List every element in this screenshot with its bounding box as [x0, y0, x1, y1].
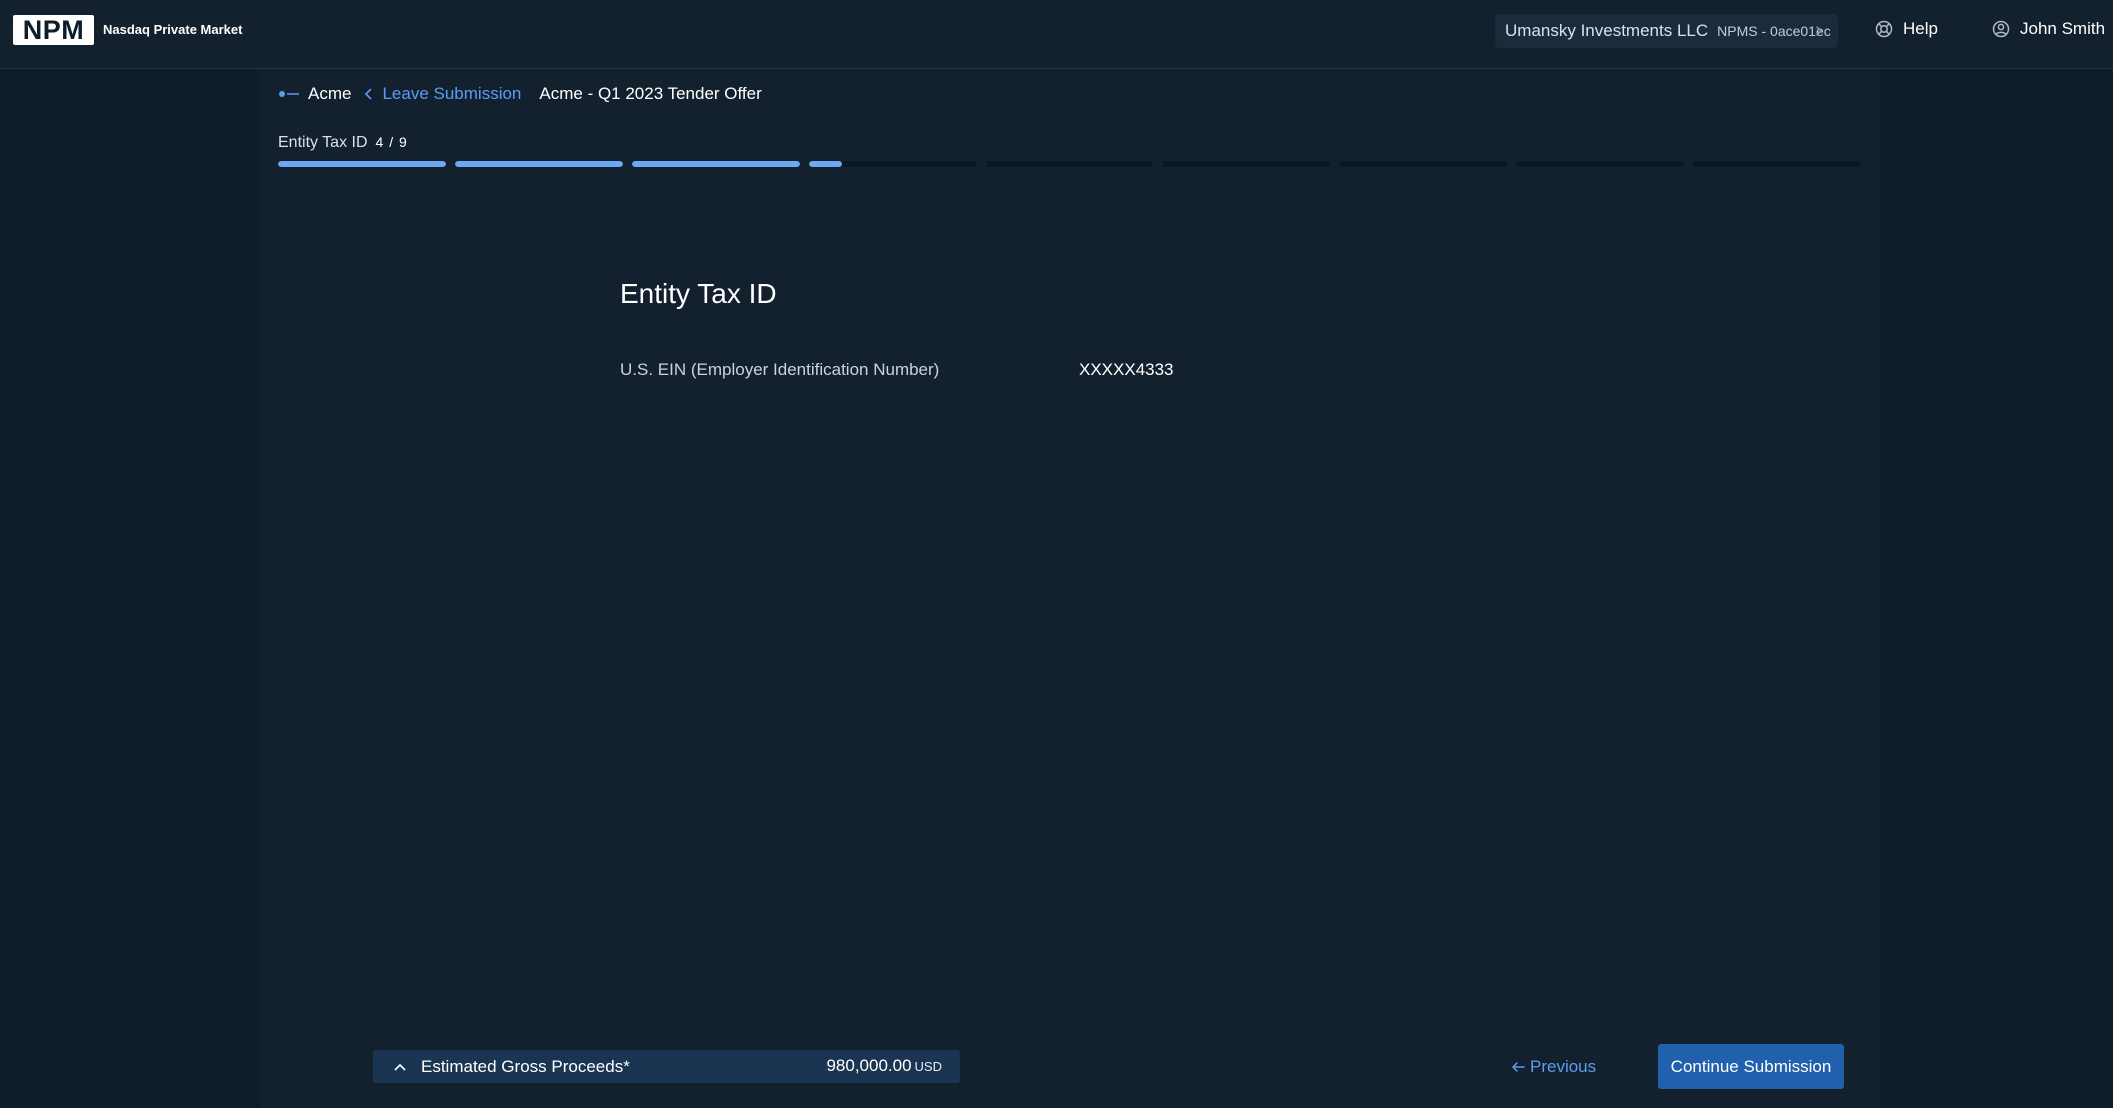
help-button[interactable]: Help	[1875, 17, 1938, 41]
ein-label: U.S. EIN (Employer Identification Number…	[620, 360, 940, 379]
step-label: Entity Tax ID	[278, 134, 368, 151]
progress-segment	[1516, 161, 1685, 167]
main-panel	[260, 70, 1880, 1108]
continue-submission-button[interactable]: Continue Submission	[1658, 1044, 1844, 1089]
user-avatar-icon	[1992, 20, 2010, 38]
progress-segment-fill	[631, 161, 800, 167]
progress-segment-fill	[808, 161, 843, 167]
estimated-proceeds-toggle[interactable]: Estimated Gross Proceeds* 980,000.00 USD	[373, 1050, 960, 1083]
top-navigation-bar: NPM Nasdaq Private Market Umansky Invest…	[0, 0, 2113, 69]
company-dot-icon	[279, 91, 299, 97]
leave-submission-label: Leave Submission	[382, 84, 522, 103]
ein-value: XXXXX4333	[1079, 360, 1174, 379]
step-count: 4 / 9	[375, 134, 408, 150]
arrow-left-icon	[1511, 1062, 1525, 1072]
brand-name: Nasdaq Private Market	[103, 22, 243, 37]
page-title: Entity Tax ID	[620, 278, 777, 309]
proceeds-label: Estimated Gross Proceeds*	[421, 1056, 630, 1076]
user-name: John Smith	[2020, 19, 2106, 38]
progress-segment	[454, 161, 623, 167]
progress-segment	[631, 161, 800, 167]
step-indicator: Entity Tax ID 4 / 9	[278, 134, 408, 152]
previous-label: Previous	[1530, 1057, 1597, 1076]
npm-logo[interactable]: NPM	[13, 15, 94, 45]
chevron-right-icon	[1816, 26, 1823, 36]
chevron-left-icon	[365, 88, 372, 100]
lifebuoy-icon	[1875, 20, 1893, 38]
proceeds-amount: 980,000.00	[826, 1056, 912, 1075]
breadcrumb-company[interactable]: Acme	[308, 84, 351, 104]
progress-segment	[808, 161, 977, 167]
chevron-up-icon	[394, 1063, 406, 1070]
help-label: Help	[1903, 19, 1938, 38]
progress-segment-fill	[454, 161, 623, 167]
breadcrumb: Acme Leave Submission Acme - Q1 2023 Ten…	[278, 82, 762, 106]
user-menu[interactable]: John Smith	[1992, 17, 2105, 41]
progress-segment	[278, 161, 446, 167]
account-name: Umansky Investments LLC	[1505, 21, 1709, 40]
progress-segment	[1693, 161, 1862, 167]
leave-submission-link[interactable]: Leave Submission	[364, 84, 521, 104]
previous-button[interactable]: Previous	[1510, 1055, 1596, 1079]
progress-segment-fill	[278, 161, 446, 167]
proceeds-currency: USD	[914, 1059, 942, 1074]
breadcrumb-offer: Acme - Q1 2023 Tender Offer	[539, 84, 762, 103]
progress-segment	[1162, 161, 1331, 167]
proceeds-amount-group: 980,000.00 USD	[826, 1056, 942, 1076]
progress-bar	[278, 161, 1862, 167]
progress-segment	[985, 161, 1154, 167]
account-switcher[interactable]: Umansky Investments LLC NPMS - 0ace01ec	[1495, 14, 1838, 48]
progress-segment	[1339, 161, 1508, 167]
